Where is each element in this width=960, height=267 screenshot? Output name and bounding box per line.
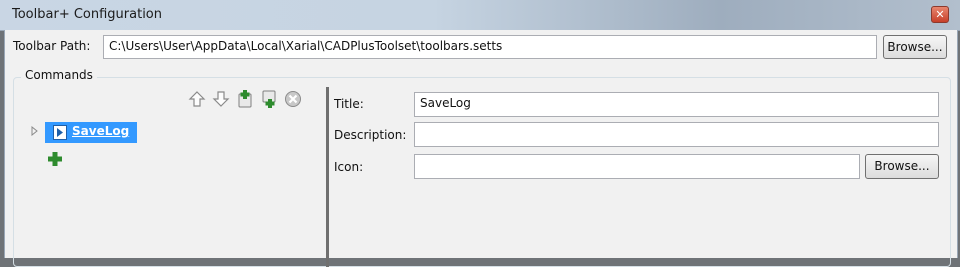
toolbar-path-label: Toolbar Path: <box>13 39 91 53</box>
expand-arrow-icon[interactable] <box>30 126 40 136</box>
toolbar-path-input[interactable]: C:\Users\User\AppData\Local\Xarial\CADPl… <box>103 35 877 59</box>
move-down-icon[interactable] <box>212 90 230 108</box>
window-title: Toolbar+ Configuration <box>12 7 163 22</box>
move-up-icon[interactable] <box>188 90 206 108</box>
add-command-icon[interactable] <box>236 90 254 108</box>
panel-splitter[interactable] <box>326 87 329 267</box>
icon-path-field[interactable] <box>414 154 860 179</box>
close-icon: ✕ <box>935 8 945 21</box>
icon-label: Icon: <box>334 160 364 174</box>
title-label: Title: <box>334 97 364 111</box>
command-icon <box>53 125 67 140</box>
title-field[interactable]: SaveLog <box>414 92 939 117</box>
description-label: Description: <box>334 128 407 142</box>
add-icon[interactable] <box>48 152 62 166</box>
icon-browse-button[interactable]: Browse... <box>865 154 939 179</box>
tree-item-savelog[interactable]: SaveLog <box>45 122 137 143</box>
close-button[interactable]: ✕ <box>931 6 949 23</box>
delete-icon[interactable] <box>284 90 302 108</box>
tree-item-label: SaveLog <box>72 124 130 138</box>
toolbar-path-browse-button[interactable]: Browse... <box>883 35 947 59</box>
commands-legend: Commands <box>21 68 97 82</box>
description-field[interactable] <box>414 122 939 147</box>
add-child-icon[interactable] <box>260 90 278 108</box>
dialog-client: Toolbar Path: C:\Users\User\AppData\Loca… <box>4 30 958 267</box>
title-bar[interactable]: Toolbar+ Configuration ✕ <box>0 0 960 31</box>
